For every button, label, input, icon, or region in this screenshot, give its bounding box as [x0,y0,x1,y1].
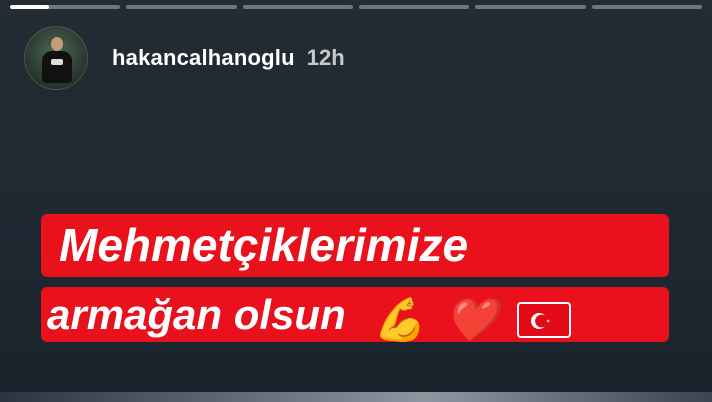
avatar-body [42,51,72,83]
red-heart-icon: ❤️ [445,296,498,344]
emoji-group: 💪 ❤️ [373,289,572,347]
flexed-biceps-icon: 💪 [373,296,426,344]
story-text-line-2-label: armağan olsun [47,291,346,338]
story-segment-1-fill [10,5,49,9]
story-progress-bars [10,5,702,9]
story-segment-3 [242,5,353,9]
avatar-shirt-logo [51,59,63,65]
story-segment-6 [591,5,702,9]
story-header: hakancalhanoglu 12h [24,26,345,90]
next-story-preview-strip [0,392,712,402]
story-segment-2 [126,5,237,9]
story-segment-1 [10,5,121,9]
avatar-head [51,37,63,51]
avatar[interactable] [24,26,88,90]
story-text-line-1-label: Mehmetçiklerimize [59,219,469,271]
story-text-line-2: armağan olsun 💪 ❤️ [41,287,669,343]
story-segment-4 [358,5,470,9]
username[interactable]: hakancalhanoglu [112,45,295,71]
story-text-line-1: Mehmetçiklerimize [41,214,669,277]
turkey-flag-icon [517,301,572,338]
post-time: 12h [306,45,345,70]
story-segment-5 [475,5,586,9]
